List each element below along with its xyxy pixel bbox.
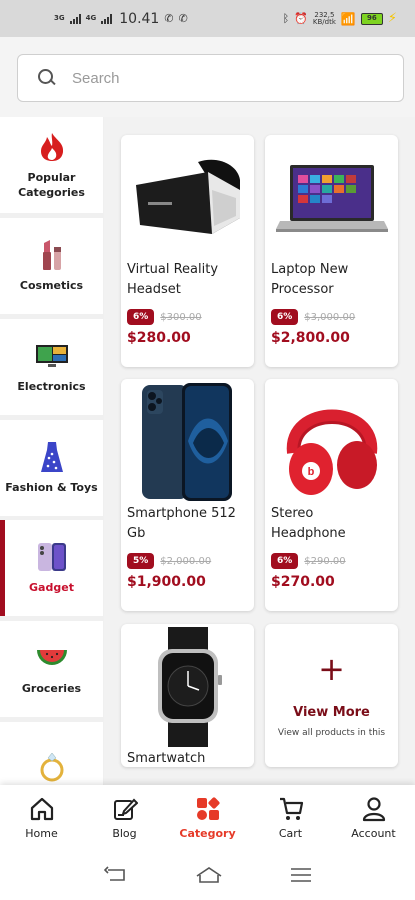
category-label: Fashion & Toys [5, 481, 98, 495]
discount-badge: 6% [271, 309, 299, 325]
category-sidebar: Popular Categories Cosmetics Electronics… [0, 117, 104, 785]
discount-badge: 6% [271, 553, 299, 569]
category-item-popular[interactable]: Popular Categories [0, 117, 103, 213]
product-price: $270.00 [271, 574, 335, 590]
category-item-cosmetics[interactable]: Cosmetics [0, 218, 103, 314]
vr-headset-image [121, 135, 254, 260]
signal-icon [69, 13, 81, 24]
search-area [0, 37, 415, 117]
nav-label: Blog [112, 826, 137, 840]
category-label: Gadget [29, 581, 74, 595]
category-label: Electronics [17, 380, 86, 394]
network-speed: 232,5 KB/dtk [312, 11, 336, 26]
whatsapp-icon: ✆ [164, 12, 174, 25]
dress-icon [32, 440, 72, 474]
account-icon [362, 796, 385, 821]
signal-icon [101, 13, 113, 24]
charging-icon: ⚡ [387, 11, 397, 26]
nav-home[interactable]: Home [0, 785, 83, 850]
cart-icon [279, 797, 303, 820]
product-grid: Virtual Reality Headset 6% $300.00 $280.… [104, 117, 415, 785]
svg-text:b: b [307, 466, 314, 478]
category-label: Groceries [21, 682, 82, 696]
search-box[interactable] [17, 54, 404, 102]
whatsapp-icon: ✆ [178, 12, 188, 25]
old-price: $3,000.00 [304, 311, 356, 323]
watermelon-icon [32, 641, 72, 675]
nav-blog[interactable]: Blog [83, 785, 166, 850]
nav-label: Category [179, 826, 236, 840]
phone-icon [32, 540, 72, 574]
network-4g-label: 4G [85, 14, 97, 22]
menu-icon[interactable] [290, 867, 312, 883]
category-item-electronics[interactable]: Electronics [0, 319, 103, 415]
category-item-gadget[interactable]: Gadget [0, 520, 103, 616]
home-button-icon[interactable] [195, 866, 223, 884]
smartwatch-image [121, 624, 254, 749]
nav-label: Cart [278, 826, 303, 840]
view-more-label: View More [293, 705, 370, 720]
bottom-navigation: Home Blog Category Cart Account [0, 785, 415, 850]
category-label: Popular Categories [18, 170, 85, 199]
laptop-image [265, 135, 398, 260]
product-price: $1,900.00 [127, 574, 206, 590]
product-name: Laptop New Processor [271, 262, 349, 297]
wifi-icon: 📶 [340, 11, 356, 26]
tv-icon [32, 339, 72, 373]
product-name: Stereo Headphone [271, 506, 346, 541]
home-icon [30, 797, 53, 820]
view-more-subtitle: View all products in this [277, 728, 386, 738]
old-price: $300.00 [160, 311, 202, 323]
category-item-groceries[interactable]: Groceries [0, 621, 103, 717]
blog-icon [113, 798, 138, 820]
nav-category[interactable]: Category [166, 785, 249, 850]
fire-icon [32, 130, 72, 164]
product-card[interactable]: b Stereo Headphone 6% $290.00 $270.00 [265, 379, 398, 611]
old-price: $290.00 [304, 555, 346, 567]
old-price: $2,000.00 [160, 555, 212, 567]
bluetooth-icon: ᛒ [282, 12, 290, 25]
search-icon [38, 69, 56, 87]
product-card[interactable]: Smartwatch [121, 624, 254, 767]
search-input[interactable] [72, 69, 352, 87]
back-icon[interactable] [103, 866, 128, 884]
product-price: $280.00 [127, 330, 191, 346]
discount-badge: 6% [127, 309, 155, 325]
product-name: Smartphone 512 Gb [127, 506, 236, 541]
view-more-card[interactable]: + View More View all products in this [265, 624, 398, 767]
nav-cart[interactable]: Cart [249, 785, 332, 850]
category-label: Cosmetics [19, 279, 84, 293]
product-card[interactable]: Virtual Reality Headset 6% $300.00 $280.… [121, 135, 254, 367]
lipstick-icon [32, 238, 72, 272]
product-card[interactable]: Smartphone 512 Gb 5% $2,000.00 $1,900.00 [121, 379, 254, 611]
speed-unit: KB/dtk [312, 17, 336, 26]
product-name: Smartwatch [127, 751, 206, 766]
ring-icon [32, 750, 72, 784]
system-navigation [0, 850, 415, 900]
status-bar: 3G 4G 10.41 ✆ ✆ ᛒ ⏰ 232,5 KB/dtk 📶 96 ⚡ [0, 0, 415, 37]
discount-badge: 5% [127, 553, 155, 569]
clock: 10.41 [119, 10, 160, 27]
nav-label: Account [351, 826, 396, 840]
headphone-image: b [265, 379, 398, 504]
network-3g-label: 3G [54, 14, 65, 22]
product-card[interactable]: Laptop New Processor 6% $3,000.00 $2,800… [265, 135, 398, 367]
plus-icon: + [318, 650, 345, 688]
category-item-jewelry[interactable] [0, 722, 103, 785]
product-name: Virtual Reality Headset [127, 262, 219, 297]
smartphone-image [121, 379, 254, 504]
category-icon [196, 796, 220, 820]
product-price: $2,800.00 [271, 330, 350, 346]
nav-account[interactable]: Account [332, 785, 415, 850]
nav-label: Home [25, 826, 58, 840]
alarm-icon: ⏰ [294, 12, 308, 25]
category-item-fashion[interactable]: Fashion & Toys [0, 420, 103, 516]
battery-icon: 96 [360, 12, 383, 25]
